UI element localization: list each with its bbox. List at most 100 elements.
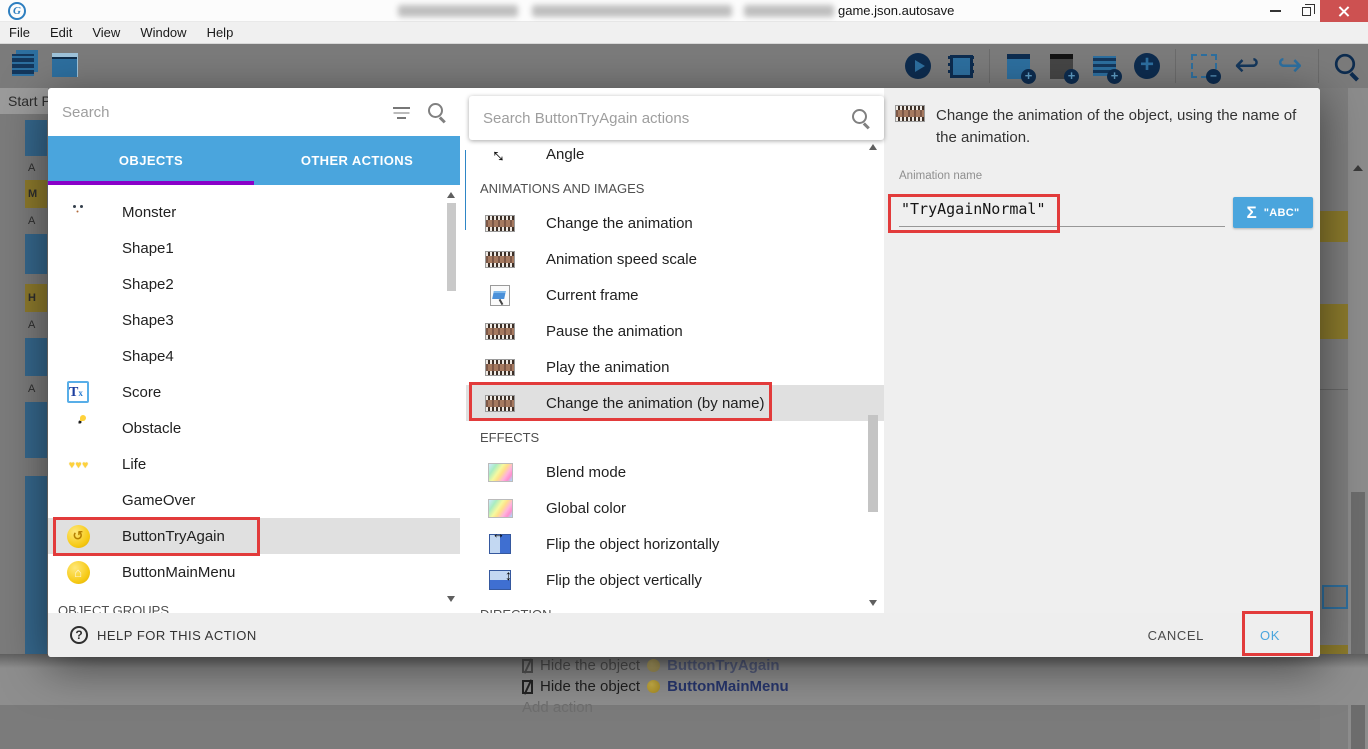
action-row-pause-the-animation[interactable]: Pause the animation [466, 313, 884, 349]
scroll-down-icon[interactable] [447, 596, 455, 602]
gdevelop-logo-icon: G [8, 2, 26, 20]
try-again-button-icon [67, 525, 90, 548]
scroll-up-icon[interactable] [1353, 165, 1363, 171]
add-subevent-icon[interactable] [1046, 50, 1076, 82]
menu-edit[interactable]: Edit [40, 25, 82, 40]
action-icon-cell [482, 315, 518, 347]
object-tabs: OBJECTSOTHER ACTIONS [48, 136, 460, 185]
divider [1320, 389, 1348, 390]
action-list: AngleANIMATIONS AND IMAGESChange the ani… [466, 136, 884, 613]
minimize-icon[interactable] [1258, 0, 1292, 22]
add-event-icon[interactable] [1003, 50, 1033, 82]
object-icon-cell [60, 304, 96, 336]
action-label: Play the animation [546, 359, 669, 376]
rainbow-icon [488, 499, 513, 518]
object-search-bar [48, 88, 460, 136]
event-column-block: A [25, 376, 47, 402]
event-column-block [25, 274, 47, 284]
object-label: Shape4 [122, 348, 174, 365]
sigma-icon: Σ [1247, 203, 1257, 223]
action-description: Change the animation of the object, usin… [936, 105, 1300, 149]
toolbar-separator [1175, 49, 1176, 83]
action-row-current-frame[interactable]: Current frame [466, 277, 884, 313]
object-search-input[interactable] [62, 104, 376, 121]
object-label: Shape3 [122, 312, 174, 329]
object-row-gameover[interactable]: GameOver [48, 482, 460, 518]
action-row-change-the-animation[interactable]: Change the animation [466, 205, 884, 241]
add-comment-icon[interactable] [1089, 50, 1119, 82]
action-search-input[interactable] [483, 110, 842, 127]
film-strip-icon [485, 323, 515, 340]
action-row-play-the-animation[interactable]: Play the animation [466, 349, 884, 385]
object-row-obstacle[interactable]: Obstacle [48, 410, 460, 446]
events-sheet-glimpse: AMAHAA [25, 120, 47, 654]
action-row-flip-the-object-horizontally[interactable]: Flip the object horizontally [466, 526, 884, 562]
tab-other-actions[interactable]: OTHER ACTIONS [254, 136, 460, 185]
film-strip-icon [485, 251, 515, 268]
undo-icon[interactable] [1232, 50, 1262, 82]
object-row-monster[interactable]: Monster [48, 194, 460, 230]
action-icon-cell [482, 564, 518, 596]
object-row-shape3[interactable]: Shape3 [48, 302, 460, 338]
filter-icon[interactable] [392, 105, 412, 119]
cancel-button[interactable]: CANCEL [1140, 613, 1212, 657]
object-row-buttonmainmenu[interactable]: ButtonMainMenu [48, 554, 460, 590]
action-icon-cell [482, 456, 518, 488]
action-row-blend-mode[interactable]: Blend mode [466, 454, 884, 490]
film-strip-icon [485, 395, 515, 412]
search-icon[interactable] [1332, 50, 1362, 82]
scrollbar-thumb[interactable] [868, 415, 878, 512]
scrollbar-thumb[interactable] [447, 203, 456, 291]
expression-editor-button[interactable]: Σ "ABC" [1233, 197, 1313, 228]
event-column-block [25, 476, 47, 654]
object-row-buttontryagain[interactable]: ButtonTryAgain [48, 518, 460, 554]
action-label: Change the animation [546, 215, 693, 232]
object-row-shape1[interactable]: Shape1 [48, 230, 460, 266]
help-icon: ? [70, 626, 88, 644]
object-icon-cell [60, 232, 96, 264]
object-icon-cell [60, 520, 96, 552]
preview-play-icon[interactable] [903, 50, 933, 82]
close-icon[interactable] [1320, 0, 1368, 22]
action-row-animation-speed-scale[interactable]: Animation speed scale [466, 241, 884, 277]
background-scrollbar[interactable] [1348, 88, 1368, 749]
redacted-title-segment [532, 5, 732, 17]
help-link[interactable]: ? HELP FOR THIS ACTION [70, 626, 257, 644]
tab-objects[interactable]: OBJECTS [48, 136, 254, 185]
object-row-score[interactable]: Score [48, 374, 460, 410]
delete-event-icon[interactable] [1189, 50, 1219, 82]
event-column-block [25, 458, 47, 476]
object-row-life[interactable]: Life [48, 446, 460, 482]
scene-tab: Start P [0, 88, 48, 114]
scroll-up-icon[interactable] [447, 192, 455, 198]
animation-name-field[interactable] [899, 194, 1225, 227]
menu-window[interactable]: Window [130, 25, 196, 40]
scroll-up-icon[interactable] [869, 144, 877, 150]
action-row-global-color[interactable]: Global color [466, 490, 884, 526]
object-list: MonsterShape1Shape2 Shape3 Shape4 ScoreObst… [48, 185, 460, 613]
project-manager-icon[interactable] [8, 49, 38, 81]
object-row-shape4[interactable]: Shape4 [48, 338, 460, 374]
help-label: HELP FOR THIS ACTION [97, 628, 257, 643]
start-page-icon[interactable] [50, 49, 80, 81]
action-row-change-the-animation-by-name-[interactable]: Change the animation (by name) [466, 385, 884, 421]
angle-icon [490, 143, 510, 166]
menu-bar: FileEditViewWindowHelp [0, 22, 1368, 44]
restore-icon[interactable] [1292, 0, 1320, 22]
debug-icon[interactable] [946, 50, 976, 82]
scrollbar-thumb[interactable] [1351, 492, 1365, 749]
object-icon-cell [60, 376, 96, 408]
add-circle-icon[interactable] [1132, 50, 1162, 82]
toolbar-separator [1318, 49, 1319, 83]
menu-file[interactable]: File [0, 25, 40, 40]
redo-icon[interactable] [1275, 50, 1305, 82]
scroll-down-icon[interactable] [869, 600, 877, 606]
object-row-shape2[interactable]: Shape2 [48, 266, 460, 302]
action-icon-cell [482, 207, 518, 239]
action-row-flip-the-object-vertically[interactable]: Flip the object vertically [466, 562, 884, 598]
menu-view[interactable]: View [82, 25, 130, 40]
ok-button[interactable]: OK [1252, 613, 1288, 657]
toolbar-right [903, 47, 1362, 85]
action-row-angle[interactable]: Angle [466, 136, 884, 172]
menu-help[interactable]: Help [197, 25, 244, 40]
